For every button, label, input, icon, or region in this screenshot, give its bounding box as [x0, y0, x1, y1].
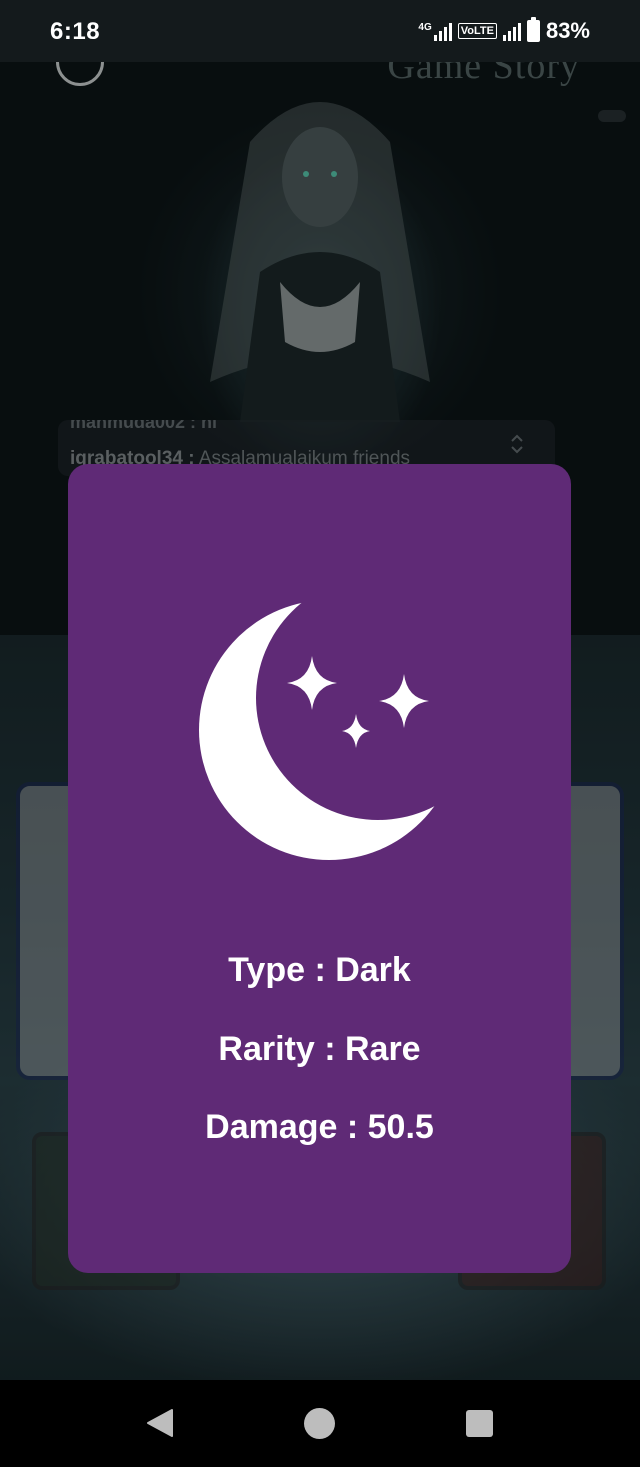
status-time: 6:18 — [50, 18, 101, 45]
navigation-bar — [0, 1380, 640, 1467]
card-rarity-label: Rarity : Rare — [218, 1030, 421, 1068]
battery-icon — [526, 17, 540, 42]
status-bar: 6:18 4G VoLTE 83% — [0, 0, 640, 62]
card-detail-modal: Type : Dark Rarity : Rare Damage : 50.5 — [68, 464, 571, 1273]
signal-strength-icon — [433, 21, 452, 41]
screen: 6:18 4G VoLTE 83% Game Story mahmuda002 … — [0, 0, 640, 1467]
moon-stars-icon — [199, 600, 446, 860]
card-type-label: Type : Dark — [228, 951, 411, 989]
back-triangle-icon[interactable] — [146, 1408, 174, 1438]
home-circle-icon[interactable] — [304, 1408, 335, 1439]
card-damage-label: Damage : 50.5 — [205, 1108, 434, 1146]
battery-percent: 83% — [545, 18, 590, 43]
signal-strength-icon-2 — [502, 21, 521, 41]
status-icons: 4G VoLTE 83% — [418, 17, 590, 44]
network-type-label: 4G — [418, 21, 432, 33]
recent-square-icon[interactable] — [466, 1410, 493, 1437]
volte-badge: VoLTE — [457, 23, 497, 39]
